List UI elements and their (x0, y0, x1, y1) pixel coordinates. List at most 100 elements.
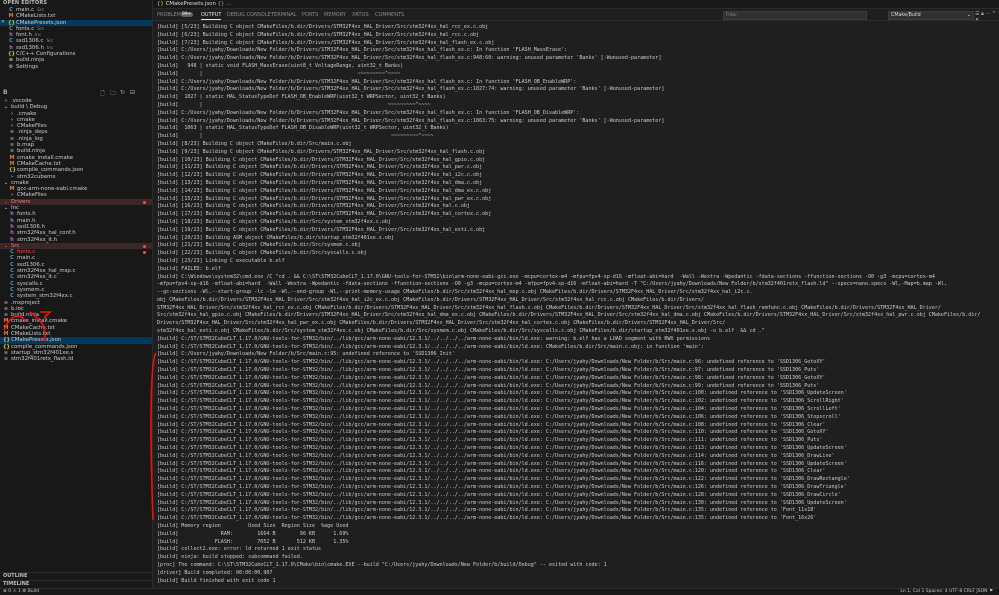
tab-xrtos[interactable]: XRTOS (352, 12, 369, 18)
output-line: [build] 948 | static void FLASH_MassEras… (157, 62, 404, 69)
output-channel-value: CMake/Build (891, 13, 921, 18)
breadcrumb-crumb[interactable]: {} ... (218, 1, 232, 7)
output-line: [build] C:/ST/STM32CubeCLT_1.17.0/GNU-to… (157, 491, 841, 498)
collapse-all-icon[interactable]: ⊟ (130, 89, 135, 96)
tab-memory[interactable]: MEMORY (324, 12, 346, 18)
tree-item-label: stm32f4xx_hal_conf.h (17, 230, 76, 237)
problems-count-badge: 99+ (181, 12, 193, 17)
output-filter-input[interactable]: Filter (723, 11, 867, 20)
output-line: [build] C:/ST/STM32CubeCLT_1.17.0/GNU-to… (157, 413, 841, 420)
open-editor-path: Src (46, 39, 54, 45)
open-editor-item[interactable]: ⚙ Settings (0, 64, 152, 70)
file-tree: › .vscode ⌄ build \ Debug › .cmake › cmake › CMak… (0, 98, 152, 362)
open-editor-name: Settings (16, 63, 39, 70)
error-indicator-icon (143, 251, 146, 255)
output-line: [build] C:/ST/STM32CubeCLT_1.17.0/GNU-to… (157, 367, 820, 374)
tab-terminal[interactable]: TERMINAL (271, 12, 296, 18)
tree-item-label: Src (11, 242, 20, 249)
output-log[interactable]: [build] [5/23] Building C object CMakeFi… (157, 24, 995, 586)
tab-output[interactable]: OUTPUT (201, 12, 222, 20)
tree-item-label: .ninja_log (17, 135, 43, 142)
json-file-icon: {} (157, 1, 164, 7)
more-icon[interactable]: ⋯ (985, 11, 990, 17)
open-editor-name: CMakePresets.json (16, 19, 67, 26)
explorer-toolbar: B 🗋 🗀 ↻ ⊟ (0, 89, 150, 97)
breadcrumb-file[interactable]: CMakePresets.json (166, 1, 216, 7)
file-type-icon: ⚙ (8, 63, 14, 70)
tree-item-label: stm32f4xx_it.h (17, 236, 58, 243)
tab-debug-console[interactable]: DEBUG CONSOLE (227, 12, 271, 18)
open-editor-name: C/C++ Configurations (16, 51, 76, 58)
tree-item-label: build \ Debug (11, 104, 48, 111)
tree-file[interactable]: ≡ stm32f401retx_flash.ld (0, 356, 152, 362)
tree-item-label: system_stm32f4xx.c (17, 293, 73, 300)
workspace-label[interactable]: B (3, 89, 8, 96)
close-icon[interactable]: ✕ (975, 17, 979, 23)
tree-item-label: cmake_install.cmake (17, 154, 74, 161)
output-line: [build] C:/ST/STM32CubeCLT_1.17.0/GNU-to… (157, 452, 835, 459)
refresh-icon[interactable]: ↻ (120, 89, 125, 96)
tree-item-label: stm32f4xx_it.c (17, 274, 57, 281)
output-line: [build] [13/23] Building C object CMakeF… (157, 179, 483, 186)
output-line: [proc] The command: C:\ST\STM32CubeCLT_1… (157, 561, 607, 568)
output-line: [build] [16/23] Building C object CMakeF… (157, 203, 470, 210)
open-editor-name: build.ninja (16, 57, 45, 64)
output-line: [build] [5/23] Building C object CMakeFi… (157, 24, 489, 30)
tree-item-label: startup_stm32f401xe.s (11, 349, 74, 356)
output-line: [build] C:/ST/STM32CubeCLT_1.17.0/GNU-to… (157, 499, 847, 506)
tree-item-label: syscalls.c (17, 280, 43, 287)
lock-icon[interactable]: 🔒︎ (981, 11, 984, 17)
output-line: Src/stm32f4xx_hal_gpio.c.obj CMakeFiles/… (157, 312, 981, 319)
panel-tab-bar: PROBLEMS 99+ OUTPUT DEBUG CONSOLE TERMIN… (153, 9, 999, 23)
output-line: [build] [14/23] Building C object CMakeF… (157, 187, 492, 194)
explorer-sidebar: OPEN EDITORS Cmain.c Src M CMakeLists.txt ✕{… (0, 0, 153, 594)
status-left[interactable]: ⊗ 0 ⚠ 1 ⚙ Build (3, 589, 39, 595)
output-line: [build] C:/ST/STM32CubeCLT_1.17.0/GNU-to… (157, 484, 847, 491)
output-channel-select[interactable]: CMake/Build ⌄ (888, 11, 974, 20)
output-line: [build] [20/23] Building ASM object CMak… (157, 234, 395, 241)
outline-section[interactable]: OUTLINE (0, 572, 152, 580)
tree-item-label: ssd1306.c (17, 261, 45, 268)
output-line: [build] FLASH: 7052 B 512 KB 1.35% (157, 538, 349, 545)
output-line: [build] C:/Users/jyahy/Downloads/New Fol… (157, 109, 580, 116)
output-line: [build] C:/ST/STM32CubeCLT_1.17.0/GNU-to… (157, 406, 841, 413)
output-line: [build] C:/ST/STM32CubeCLT_1.17.0/GNU-to… (157, 468, 826, 475)
output-line: [build] [22/23] Building C object CMakeF… (157, 250, 367, 257)
output-line: [build] C:/ST/STM32CubeCLT_1.17.0/GNU-to… (157, 429, 829, 436)
output-line: [build] C:/ST/STM32CubeCLT_1.17.0/GNU-to… (157, 390, 847, 397)
timeline-section[interactable]: TIMELINE (0, 580, 152, 588)
tab-ports[interactable]: PORTS (302, 12, 318, 18)
tree-item-label: fonts.c (17, 249, 36, 256)
output-line: [build] ninja: build stopped: subcommand… (157, 554, 303, 561)
output-line: [build] C:/ST/STM32CubeCLT_1.17.0/GNU-to… (157, 421, 826, 428)
tree-item-label: fonts.h (17, 211, 36, 218)
output-line: [build] | ~~~~~~~~~^~~~~ (157, 70, 401, 77)
output-line: [build] Build finished with exit code 1 (157, 577, 276, 584)
open-editor-name: ssd1306.c (16, 38, 44, 45)
tree-item-label: compile_commands.json (11, 343, 78, 350)
tree-item-label: cmake_install.cmake (11, 318, 68, 325)
tree-item-label: main.c (17, 255, 36, 262)
tab-comments[interactable]: COMMENTS (375, 12, 404, 18)
tree-item-label: main.h (17, 217, 36, 224)
output-line: [build] FAILED: b.elf (157, 265, 221, 272)
open-editors-header[interactable]: OPEN EDITORS (0, 0, 152, 7)
output-line: [build] collect2.exe: error: ld returned… (157, 546, 322, 553)
output-line: [build] C:/ST/STM32CubeCLT_1.17.0/GNU-to… (157, 445, 847, 452)
open-editor-name: fonts.c (16, 25, 35, 32)
status-right[interactable]: Ln 1, Col 1 Spaces: 4 UTF-8 CRLF JSON ⚑ (900, 589, 993, 595)
output-line: [build] 1063 | static HAL_StatusTypeDef … (157, 125, 449, 132)
maximize-icon[interactable]: ^ (992, 11, 996, 17)
output-line: [build] [11/23] Building C object CMakeF… (157, 164, 483, 171)
output-line: [build] [23/23] Linking C executable b.e… (157, 257, 285, 264)
main-area: {} CMakePresets.json {} ... PROBLEMS 99+… (153, 0, 999, 588)
output-line: [driver] Build completed: 00:00:00.907 (157, 569, 273, 576)
open-editor-path: Inc (46, 45, 54, 51)
output-line: [build] [9/23] Building C object CMakeFi… (157, 148, 486, 155)
output-line: [build] C:/Users/jyahy/Downloads/New Fol… (157, 351, 455, 358)
output-line: --gc-sections -Wl,--start-group -lc -lm … (157, 289, 753, 296)
output-line: [build] C:/ST/STM32CubeCLT_1.17.0/GNU-to… (157, 382, 820, 389)
tree-item-label: .mxproject (11, 299, 40, 306)
output-line: [build] [18/23] Building C object CMakeF… (157, 218, 391, 225)
output-line: [build] [17/23] Building C object CMakeF… (157, 211, 492, 218)
